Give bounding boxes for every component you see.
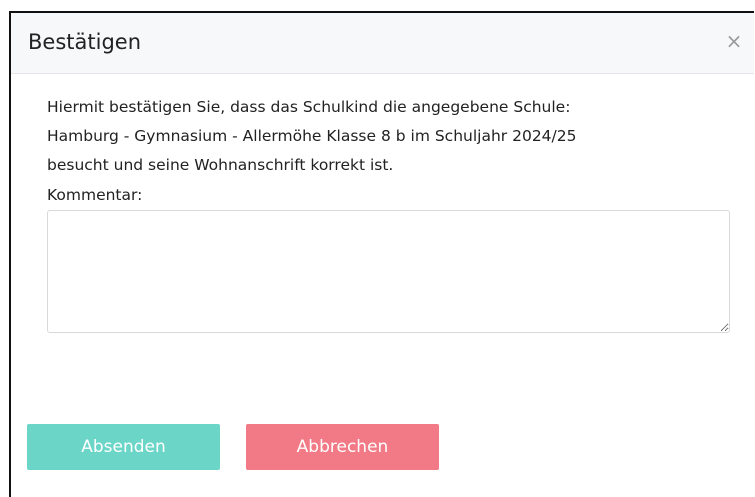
confirmation-message-line-2: Hamburg - Gymnasium - Allermöhe Klasse 8… <box>47 127 577 145</box>
confirmation-message-line-3: besucht und seine Wohnanschrift korrekt … <box>47 156 394 174</box>
comment-textarea[interactable] <box>47 210 730 333</box>
confirmation-message-line-1: Hiermit bestätigen Sie, dass das Schulki… <box>47 98 571 116</box>
comment-label: Kommentar: <box>47 186 143 204</box>
cancel-button[interactable]: Abbrechen <box>246 424 439 470</box>
submit-button[interactable]: Absenden <box>27 424 220 470</box>
dialog-header: Bestätigen × <box>11 13 754 74</box>
confirm-dialog: Bestätigen × Hiermit bestätigen Sie, das… <box>9 11 754 497</box>
dialog-body: Hiermit bestätigen Sie, dass das Schulki… <box>47 93 737 333</box>
dialog-title: Bestätigen <box>28 30 141 54</box>
close-icon[interactable]: × <box>724 31 744 51</box>
